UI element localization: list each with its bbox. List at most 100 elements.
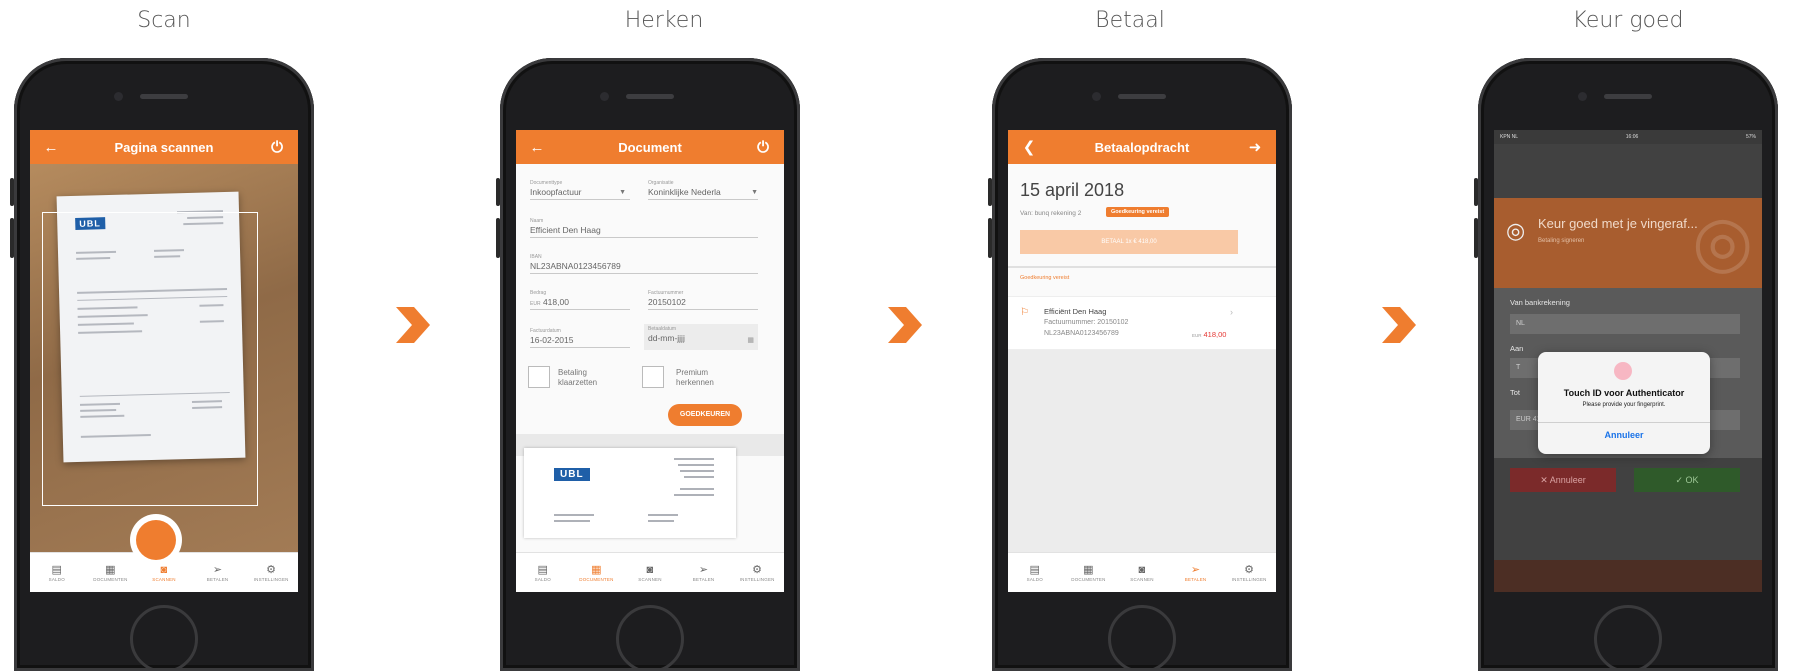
- close-icon: ✕: [1540, 475, 1550, 485]
- home-button[interactable]: [1594, 605, 1662, 671]
- premium-herkennen-label: Premium herkennen: [676, 368, 714, 387]
- tab-saldo[interactable]: ▤ SALDO: [1008, 553, 1062, 592]
- fingerprint-icon: [1614, 362, 1632, 380]
- phone-approve: KPN NL 16:06 57% ◎ Keur goed met je ving…: [1474, 58, 1778, 671]
- pay-icon: ➢: [212, 563, 223, 576]
- topbar: ← Document ⏻: [516, 130, 784, 164]
- phone-payment: ❮ Betaalopdracht ➜ 15 april 2018 Van: bu…: [988, 58, 1292, 671]
- tab-instellingen[interactable]: ⚙ INSTELLINGEN: [1222, 553, 1276, 592]
- home-button[interactable]: [616, 605, 684, 671]
- screen-document: ← Document ⏻ Documenttype Inkoopfactuur …: [516, 130, 784, 592]
- phone-document: ← Document ⏻ Documenttype Inkoopfactuur …: [496, 58, 800, 671]
- flag-icon: ⚐: [1020, 307, 1029, 318]
- fingerprint-watermark-icon: ◎: [1692, 202, 1754, 280]
- step-title-betaal: Betaal: [1095, 8, 1165, 33]
- camera-icon: ◙: [1138, 563, 1146, 576]
- tab-saldo[interactable]: ▤ SALDO: [30, 553, 84, 592]
- item-amount: EUR 418,00: [1192, 330, 1227, 339]
- power-icon[interactable]: ⏻: [754, 139, 772, 156]
- naam-field[interactable]: Naam Efficient Den Haag: [530, 218, 758, 238]
- iban-field[interactable]: IBAN NL23ABNA0123456789: [530, 254, 758, 274]
- camera-icon: ◙: [160, 563, 168, 576]
- pay-icon: ➢: [1190, 563, 1201, 576]
- saldo-icon: ▤: [51, 563, 63, 576]
- tab-instellingen[interactable]: ⚙ INSTELLINGEN: [730, 553, 784, 592]
- item-invoice: Factuurnummer: 20150102: [1044, 319, 1129, 326]
- documents-icon: ▦: [1083, 563, 1094, 576]
- status-badge: Goedkeuring vereist: [1106, 207, 1170, 217]
- step-title-scan: Scan: [137, 8, 191, 33]
- tab-instellingen[interactable]: ⚙ INSTELLINGEN: [244, 553, 298, 592]
- camera-icon: ◙: [646, 563, 654, 576]
- document-preview[interactable]: UBL: [524, 448, 736, 538]
- documents-icon: ▦: [591, 563, 602, 576]
- gear-icon: ⚙: [752, 563, 763, 576]
- speaker: [140, 94, 188, 99]
- power-icon[interactable]: ⏻: [268, 139, 286, 156]
- section-header: Goedkeuring vereist: [1020, 275, 1070, 281]
- premium-herkennen-checkbox[interactable]: [642, 366, 664, 388]
- step-title-herken: Herken: [624, 8, 704, 33]
- speaker: [626, 94, 674, 99]
- step-title-keur-goed: Keur goed: [1572, 8, 1684, 33]
- screen-payment: ❮ Betaalopdracht ➜ 15 april 2018 Van: bu…: [1008, 130, 1276, 592]
- header-title: Keur goed met je vingeraf...: [1538, 216, 1698, 231]
- tab-saldo[interactable]: ▤ SALDO: [516, 553, 570, 592]
- screen-approve: KPN NL 16:06 57% ◎ Keur goed met je ving…: [1494, 130, 1762, 592]
- tab-betalen[interactable]: ➢ BETALEN: [677, 553, 731, 592]
- topbar: ← Pagina scannen ⏻: [30, 130, 298, 164]
- dropdown-icon: ▼: [619, 189, 626, 196]
- tab-scannen[interactable]: ◙ SCANNEN: [623, 553, 677, 592]
- tab-betalen[interactable]: ➢ BETALEN: [1169, 553, 1223, 592]
- speaker: [1118, 94, 1166, 99]
- betaling-klaarzetten-checkbox[interactable]: [528, 366, 550, 388]
- front-camera: [1092, 92, 1101, 101]
- touchid-subtitle: Please provide your fingerprint.: [1582, 402, 1666, 408]
- factuurnummer-field[interactable]: Factuurnummer 20150102: [648, 290, 758, 310]
- cancel-button[interactable]: ✕ Annuleer: [1510, 468, 1616, 492]
- back-chevron-icon[interactable]: ❮: [1020, 138, 1038, 156]
- ubl-logo: UBL: [554, 468, 590, 481]
- approve-header: ◎ Keur goed met je vingeraf... Betaling …: [1494, 198, 1762, 288]
- front-camera: [114, 92, 123, 101]
- screen-scan: ← Pagina scannen ⏻ UBL ▤ SALDO ▦ DOCUMEN…: [30, 130, 298, 592]
- front-camera: [1578, 92, 1587, 101]
- payment-from: Van: bunq rekening 2: [1020, 210, 1082, 217]
- touch-id-dialog: Touch ID voor Authenticator Please provi…: [1538, 352, 1710, 454]
- tab-documenten[interactable]: ▦ DOCUMENTEN: [84, 553, 138, 592]
- tab-scannen[interactable]: ◙ SCANNEN: [1115, 553, 1169, 592]
- logout-icon[interactable]: ➜: [1246, 138, 1264, 156]
- gear-icon: ⚙: [266, 563, 277, 576]
- page-title: Document: [618, 139, 682, 155]
- calendar-icon: ▦: [747, 337, 754, 344]
- tab-documenten[interactable]: ▦ DOCUMENTEN: [570, 553, 624, 592]
- tab-bar: ▤ SALDO ▦ DOCUMENTEN ◙ SCANNEN ➢ BETALEN ⚙ IN…: [516, 552, 784, 592]
- ok-button[interactable]: ✓ OK: [1634, 468, 1740, 492]
- back-arrow-icon[interactable]: ←: [528, 139, 546, 156]
- betaaldatum-field[interactable]: Betaaldatum dd-mm-jjjj ▦: [644, 324, 758, 350]
- camera-viewfinder: UBL: [30, 164, 298, 552]
- pay-button[interactable]: BETAAL 1x € 418,00: [1020, 230, 1238, 254]
- fingerprint-icon: ◎: [1506, 218, 1526, 243]
- payment-date: 15 april 2018: [1020, 180, 1125, 200]
- dropdown-icon: ▼: [751, 189, 758, 196]
- saldo-icon: ▤: [1029, 563, 1041, 576]
- pay-icon: ➢: [698, 563, 709, 576]
- list-item[interactable]: ⚐ Efficiënt Den Haag Factuurnummer: 2015…: [1008, 296, 1276, 350]
- documenttype-select[interactable]: Documenttype Inkoopfactuur ▼: [530, 180, 630, 200]
- home-button[interactable]: [1108, 605, 1176, 671]
- van-field: NL: [1510, 314, 1740, 334]
- status-bar: KPN NL 16:06 57%: [1494, 130, 1762, 144]
- back-arrow-icon[interactable]: ←: [42, 139, 60, 156]
- factuurdatum-field[interactable]: Factuurdatum 16-02-2015: [530, 328, 630, 348]
- organisatie-select[interactable]: Organisatie Koninklijke Nederla ▼: [648, 180, 758, 200]
- goedkeuren-button[interactable]: GOEDKEUREN: [668, 404, 742, 426]
- bedrag-field[interactable]: Bedrag EUR 418,00: [530, 290, 630, 310]
- tab-documenten[interactable]: ▦ DOCUMENTEN: [1062, 553, 1116, 592]
- tab-bar: ▤ SALDO ▦ DOCUMENTEN ◙ SCANNEN ➢ BETALEN ⚙ IN…: [1008, 552, 1276, 592]
- tab-betalen[interactable]: ➢ BETALEN: [191, 553, 245, 592]
- shutter-button[interactable]: [130, 514, 182, 566]
- home-button[interactable]: [130, 605, 198, 671]
- touchid-cancel-button[interactable]: Annuleer: [1538, 430, 1710, 440]
- betaling-klaarzetten-label: Betaling klaarzetten: [558, 368, 598, 387]
